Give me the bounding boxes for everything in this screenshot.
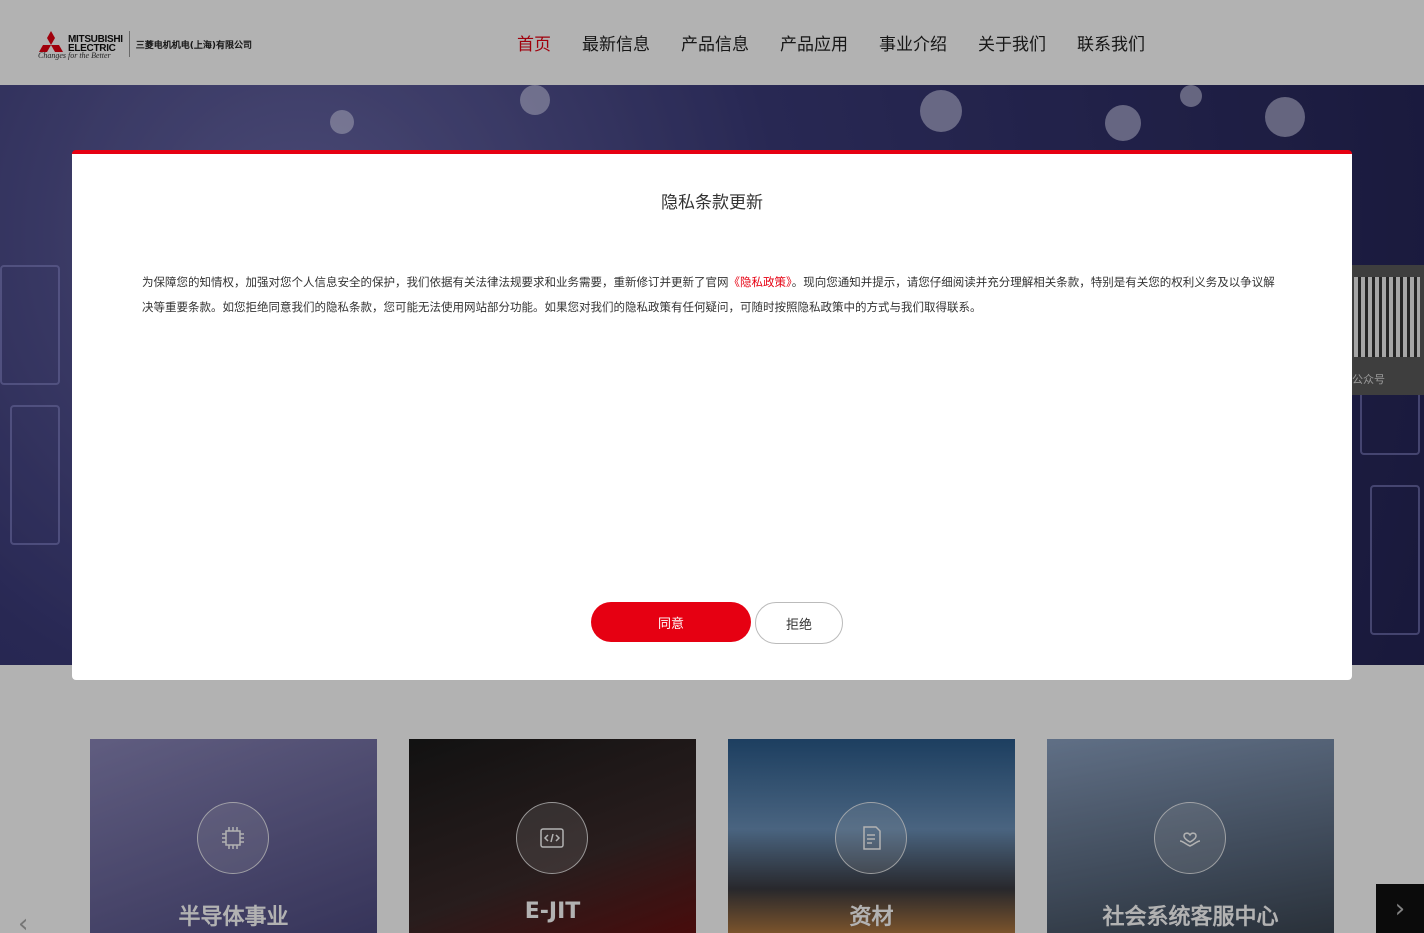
refuse-button[interactable]: 拒绝 xyxy=(755,602,843,644)
privacy-policy-link[interactable]: 《隐私政策》 xyxy=(729,275,792,289)
privacy-modal: 隐私条款更新 为保障您的知情权，加强对您个人信息安全的保护，我们依据有关法律法规… xyxy=(72,150,1352,680)
body-text-before: 为保障您的知情权，加强对您个人信息安全的保护，我们依据有关法律法规要求和业务需要… xyxy=(142,275,729,289)
modal-body: 为保障您的知情权，加强对您个人信息安全的保护，我们依据有关法律法规要求和业务需要… xyxy=(142,270,1282,320)
modal-title: 隐私条款更新 xyxy=(661,193,763,213)
agree-button[interactable]: 同意 xyxy=(591,602,751,642)
